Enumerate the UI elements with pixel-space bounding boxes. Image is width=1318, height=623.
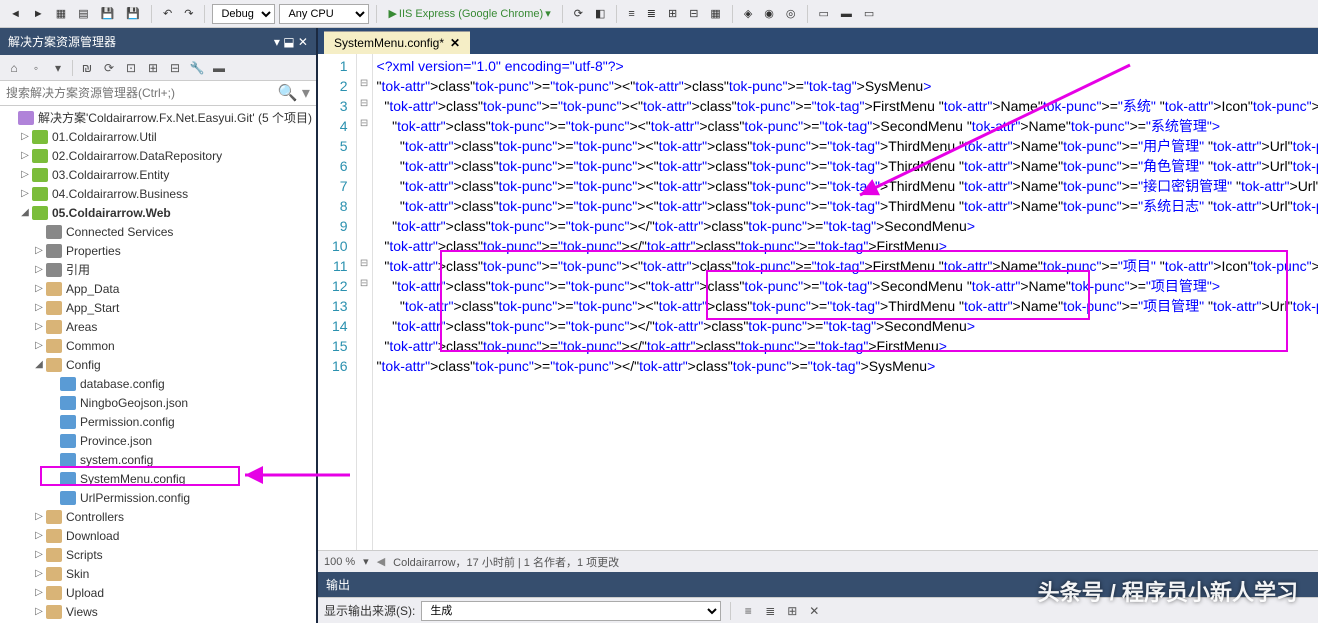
search-input[interactable] — [6, 86, 278, 100]
tool-icon[interactable]: ◈ — [740, 5, 756, 22]
open-icon[interactable]: ▤ — [74, 5, 92, 22]
folder-areas[interactable]: ▷Areas — [0, 317, 316, 336]
tool-icon[interactable]: ▬ — [837, 6, 856, 22]
tool-icon[interactable]: ◎ — [782, 5, 800, 22]
saveall-icon[interactable]: 💾 — [122, 5, 144, 22]
tool-icon[interactable]: ▭ — [860, 5, 878, 22]
folder-app_start[interactable]: ▷App_Start — [0, 298, 316, 317]
properties-icon[interactable]: 🔧 — [189, 60, 205, 76]
watermark: 头条号 / 程序员小新人学习 — [1038, 575, 1298, 607]
folder-download[interactable]: ▷Download — [0, 526, 316, 545]
solution-tree[interactable]: 解决方案'Coldairarrow.Fx.Net.Easyui.Git' (5 … — [0, 106, 316, 623]
refresh-icon[interactable]: ⟳ — [101, 60, 117, 76]
config-combo[interactable]: Debug — [212, 4, 275, 24]
nav-back-icon[interactable]: ◄ — [6, 6, 25, 22]
folder-upload[interactable]: ▷Upload — [0, 583, 316, 602]
tool-icon[interactable]: ▦ — [706, 5, 724, 22]
panel-title: 解决方案资源管理器 ▾ ⬓ ✕ — [0, 28, 316, 55]
tool-icon[interactable]: ⊟ — [167, 60, 183, 76]
folder-scripts[interactable]: ▷Scripts — [0, 545, 316, 564]
connected-services[interactable]: Connected Services — [0, 222, 316, 241]
tool-icon[interactable]: ▭ — [815, 5, 833, 22]
file-permission-config[interactable]: Permission.config — [0, 412, 316, 431]
tool-icon[interactable]: ⊞ — [145, 60, 161, 76]
tab-bar: SystemMenu.config* ✕ — [318, 28, 1318, 54]
solution-node[interactable]: 解决方案'Coldairarrow.Fx.Net.Easyui.Git' (5 … — [0, 108, 316, 127]
run-button[interactable]: ▶ IIS Express (Google Chrome) ▾ — [384, 5, 554, 22]
panel-search[interactable]: 🔍 ▾ — [0, 81, 316, 106]
tool-icon[interactable]: ▬ — [211, 60, 227, 76]
folder-common[interactable]: ▷Common — [0, 336, 316, 355]
tool-icon[interactable]: ≣ — [762, 603, 778, 619]
folder-controllers[interactable]: ▷Controllers — [0, 507, 316, 526]
fold-column[interactable]: ⊟⊟⊟⊟⊟ — [357, 54, 373, 550]
project-node-web[interactable]: ◢05.Coldairarrow.Web — [0, 203, 316, 222]
search-icon[interactable]: 🔍 ▾ — [278, 83, 310, 103]
close-icon[interactable]: ✕ — [450, 36, 460, 50]
code-content[interactable]: <?xml version="1.0" encoding="utf-8"?>"t… — [373, 54, 1318, 550]
tool-icon[interactable]: ≡ — [624, 6, 638, 22]
folder-config[interactable]: ◢Config — [0, 355, 316, 374]
tool-icon[interactable]: ⟳ — [570, 5, 587, 22]
file-ningbogeojson-json[interactable]: NingboGeojson.json — [0, 393, 316, 412]
tool-icon[interactable]: ◦ — [28, 60, 44, 76]
new-icon[interactable]: ▦ — [52, 5, 70, 22]
file-urlpermission-config[interactable]: UrlPermission.config — [0, 488, 316, 507]
platform-combo[interactable]: Any CPU — [279, 4, 369, 24]
panel-toolbar: ⌂ ◦ ▾ ₪ ⟳ ⊡ ⊞ ⊟ 🔧 ▬ — [0, 55, 316, 81]
editor-area: SystemMenu.config* ✕ 1234567891011121314… — [318, 28, 1318, 623]
editor-status: 100 %▾ ◀ Coldairarrow，17 小时前 | 1 名作者，1 项… — [318, 550, 1318, 572]
folder-skin[interactable]: ▷Skin — [0, 564, 316, 583]
project-node[interactable]: ▷03.Coldairarrow.Entity — [0, 165, 316, 184]
properties-node[interactable]: ▷Properties — [0, 241, 316, 260]
nav-fwd-icon[interactable]: ► — [29, 6, 48, 22]
tool-icon[interactable]: ▾ — [50, 60, 66, 76]
project-node[interactable]: ▷01.Coldairarrow.Util — [0, 127, 316, 146]
undo-icon[interactable]: ↶ — [159, 5, 176, 22]
tool-icon[interactable]: ≣ — [643, 5, 660, 22]
tool-icon[interactable]: ≡ — [740, 603, 756, 619]
tool-icon[interactable]: ⊞ — [664, 5, 681, 22]
line-gutter: 12345678910111213141516 — [318, 54, 357, 550]
tab-systemmenu[interactable]: SystemMenu.config* ✕ — [324, 31, 470, 54]
file-systemmenu-config[interactable]: SystemMenu.config — [0, 469, 316, 488]
folder-views[interactable]: ▷Views — [0, 602, 316, 621]
project-node[interactable]: ▷02.Coldairarrow.DataRepository — [0, 146, 316, 165]
folder-app_data[interactable]: ▷App_Data — [0, 279, 316, 298]
main-toolbar: ◄ ► ▦ ▤ 💾 💾 ↶ ↷ Debug Any CPU ▶ IIS Expr… — [0, 0, 1318, 28]
project-node[interactable]: ▷04.Coldairarrow.Business — [0, 184, 316, 203]
save-icon[interactable]: 💾 — [97, 5, 119, 22]
tool-icon[interactable]: ⊡ — [123, 60, 139, 76]
tool-icon[interactable]: ₪ — [79, 60, 95, 76]
tool-icon[interactable]: ⊟ — [685, 5, 702, 22]
file-province-json[interactable]: Province.json — [0, 431, 316, 450]
file-system-config[interactable]: system.config — [0, 450, 316, 469]
code-editor[interactable]: 12345678910111213141516 ⊟⊟⊟⊟⊟ <?xml vers… — [318, 54, 1318, 550]
tool-icon[interactable]: ✕ — [806, 603, 822, 619]
home-icon[interactable]: ⌂ — [6, 60, 22, 76]
file-database-config[interactable]: database.config — [0, 374, 316, 393]
output-source-combo[interactable]: 生成 — [421, 601, 721, 621]
references-node[interactable]: ▷引用 — [0, 260, 316, 279]
tool-icon[interactable]: ⊞ — [784, 603, 800, 619]
solution-explorer: 解决方案资源管理器 ▾ ⬓ ✕ ⌂ ◦ ▾ ₪ ⟳ ⊡ ⊞ ⊟ 🔧 ▬ 🔍 ▾ … — [0, 28, 318, 623]
redo-icon[interactable]: ↷ — [180, 5, 197, 22]
tool-icon[interactable]: ◉ — [760, 5, 778, 22]
tool-icon[interactable]: ◧ — [591, 5, 609, 22]
